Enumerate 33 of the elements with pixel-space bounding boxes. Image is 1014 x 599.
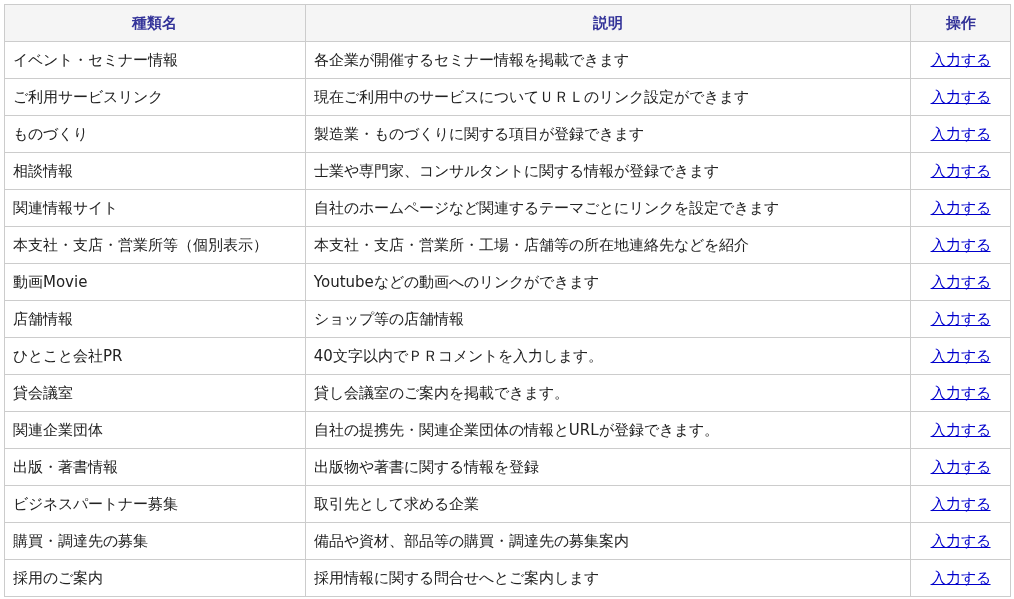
table-cell: ショップ等の店舗情報 — [305, 300, 911, 338]
table-cell: 製造業・ものづくりに関する項目が登録できます — [305, 115, 911, 153]
table-cell: ものづくり — [4, 115, 306, 153]
table-cell: 各企業が開催するセミナー情報を掲載できます — [305, 41, 911, 79]
table-cell: 関連情報サイト — [4, 189, 306, 227]
table-cell: 自社の提携先・関連企業団体の情報とURLが登録できます。 — [305, 411, 911, 449]
table-cell: 取引先として求める企業 — [305, 485, 911, 523]
table-cell: ご利用サービスリンク — [4, 78, 306, 116]
table-cell: 関連企業団体 — [4, 411, 306, 449]
column-header: 説明 — [305, 4, 911, 42]
table-cell: 自社のホームページなど関連するテーマごとにリンクを設定できます — [305, 189, 911, 227]
table-cell: 採用のご案内 — [4, 559, 306, 597]
column-header: 種類名 — [4, 4, 306, 42]
table-cell: 備品や資材、部品等の購買・調達先の募集案内 — [305, 522, 911, 560]
table-cell: 40文字以内でＰＲコメントを入力します。 — [305, 337, 911, 375]
table-cell: 士業や専門家、コンサルタントに関する情報が登録できます — [305, 152, 911, 190]
table-cell: 相談情報 — [4, 152, 306, 190]
table-cell: 貸会議室 — [4, 374, 306, 412]
table-cell: 現在ご利用中のサービスについてＵＲＬのリンク設定ができます — [305, 78, 911, 116]
table-cell: ひとこと会社PR — [4, 337, 306, 375]
table-cell: 店舗情報 — [4, 300, 306, 338]
table-cell: 出版物や著書に関する情報を登録 — [305, 448, 911, 486]
table-cell: 動画Movie — [4, 263, 306, 301]
table-cell: 採用情報に関する問合せへとご案内します — [305, 559, 911, 597]
column-header: 操作 — [910, 4, 1011, 42]
table-cell: 貸し会議室のご案内を掲載できます。 — [305, 374, 911, 412]
table-cell: 本支社・支店・営業所・工場・店舗等の所在地連絡先などを紹介 — [305, 226, 911, 264]
table-cell: 本支社・支店・営業所等（個別表示） — [4, 226, 306, 264]
table-cell: Youtubeなどの動画へのリンクができます — [305, 263, 911, 301]
table-cell: 出版・著書情報 — [4, 448, 306, 486]
table-cell: イベント・セミナー情報 — [4, 41, 306, 79]
table-cell: ビジネスパートナー募集 — [4, 485, 306, 523]
table-cell: 購買・調達先の募集 — [4, 522, 306, 560]
